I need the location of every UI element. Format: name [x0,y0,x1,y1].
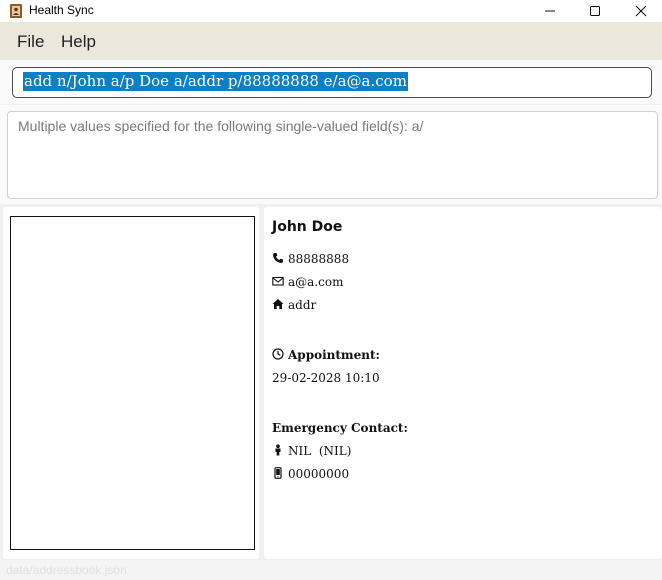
emergency-phone-row: 00000000 [272,467,349,485]
window-titlebar: Health Sync [0,0,662,22]
minimize-button[interactable] [527,0,573,22]
minimize-icon [545,10,555,12]
home-icon [272,298,284,310]
person-list[interactable] [10,216,255,550]
mobile-phone-icon [272,467,284,479]
menu-file[interactable]: File [17,32,44,52]
status-bar: data/addressbook.json [0,560,662,580]
person-list-panel [3,207,259,559]
maximize-icon [590,6,600,16]
emergency-contact-label: Emergency Contact: [272,421,408,435]
close-button[interactable] [618,0,662,22]
window-title: Health Sync [29,3,94,17]
command-input-text[interactable]: add n/John a/p Doe a/addr p/88888888 e/a… [23,72,408,91]
person-address: addr [288,298,317,312]
result-message: Multiple values specified for the follow… [18,118,424,134]
person-address-row: addr [272,298,316,316]
command-box-container: add n/John a/p Doe a/addr p/88888888 e/a… [0,60,662,104]
command-input[interactable]: add n/John a/p Doe a/addr p/88888888 e/a… [12,67,652,98]
person-phone-row: 88888888 [272,252,349,270]
address-book-icon [9,3,23,18]
emergency-contact-name: NIL (NIL) [288,444,352,458]
appointment-label-row: Appointment: [272,348,380,366]
person-icon [272,444,284,456]
menu-bar: File Help [0,22,662,60]
close-icon [635,5,647,17]
phone-icon [272,252,284,264]
emergency-name-row: NIL (NIL) [272,444,351,462]
person-email-row: a@a.com [272,275,343,293]
envelope-icon [272,275,284,287]
appointment-value: 29-02-2028 10:10 [272,371,380,385]
person-email: a@a.com [288,275,344,289]
status-bar-file-path: data/addressbook.json [6,563,127,577]
menu-help[interactable]: Help [61,32,96,52]
appointment-label: Appointment: [288,348,380,362]
result-display-container: Multiple values specified for the follow… [0,105,662,204]
emergency-contact-phone: 00000000 [288,467,350,481]
person-detail-panel: John Doe 88888888 a@a.com addr Appointme… [264,207,662,559]
maximize-button[interactable] [572,0,618,22]
person-name: John Doe [272,219,343,235]
person-phone: 88888888 [288,252,350,266]
clock-icon [272,348,284,360]
result-display[interactable]: Multiple values specified for the follow… [7,111,658,199]
